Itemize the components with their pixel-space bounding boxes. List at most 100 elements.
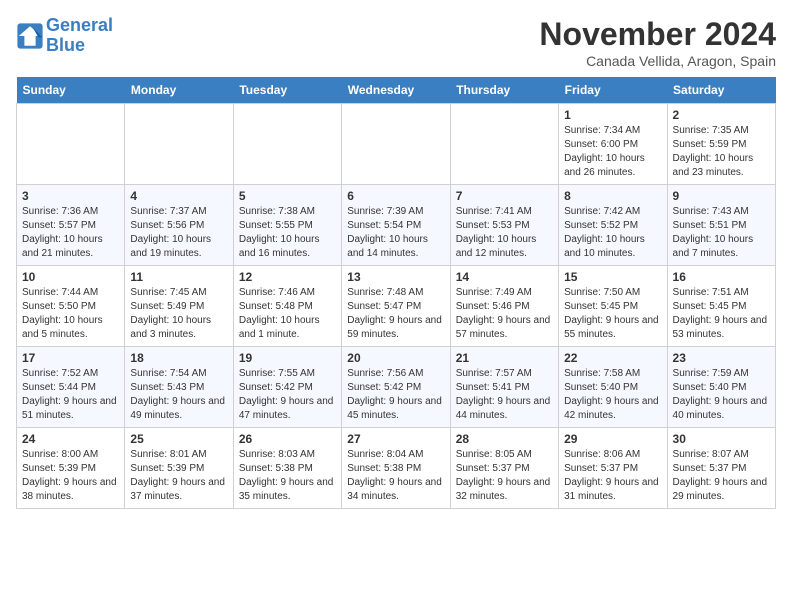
day-detail: Sunrise: 7:56 AM Sunset: 5:42 PM Dayligh… [347,367,444,423]
day-detail: Sunrise: 7:55 AM Sunset: 5:42 PM Dayligh… [239,367,336,423]
day-number: 26 [239,432,336,446]
weekday-header: Sunday [17,77,125,104]
day-detail: Sunrise: 7:54 AM Sunset: 5:43 PM Dayligh… [130,367,227,423]
day-number: 18 [130,351,227,365]
day-number: 16 [673,270,770,284]
day-detail: Sunrise: 7:59 AM Sunset: 5:40 PM Dayligh… [673,367,770,423]
logo: General Blue [16,16,113,56]
calendar-week-row: 24 Sunrise: 8:00 AM Sunset: 5:39 PM Dayli… [17,428,776,509]
weekday-header-row: SundayMondayTuesdayWednesdayThursdayFrid… [17,77,776,104]
day-number: 5 [239,189,336,203]
weekday-header: Thursday [450,77,558,104]
day-detail: Sunrise: 7:42 AM Sunset: 5:52 PM Dayligh… [564,205,661,261]
weekday-header: Friday [559,77,667,104]
day-number: 27 [347,432,444,446]
calendar-cell: 15 Sunrise: 7:50 AM Sunset: 5:45 PM Dayli… [559,266,667,347]
calendar-cell [233,104,341,185]
day-number: 6 [347,189,444,203]
calendar-cell: 3 Sunrise: 7:36 AM Sunset: 5:57 PM Daylig… [17,185,125,266]
day-detail: Sunrise: 8:04 AM Sunset: 5:38 PM Dayligh… [347,448,444,504]
day-number: 24 [22,432,119,446]
day-number: 23 [673,351,770,365]
day-number: 25 [130,432,227,446]
calendar-week-row: 3 Sunrise: 7:36 AM Sunset: 5:57 PM Daylig… [17,185,776,266]
calendar-cell: 10 Sunrise: 7:44 AM Sunset: 5:50 PM Dayli… [17,266,125,347]
page-header: General Blue November 2024 Canada Vellid… [16,16,776,69]
day-detail: Sunrise: 7:39 AM Sunset: 5:54 PM Dayligh… [347,205,444,261]
calendar-cell: 1 Sunrise: 7:34 AM Sunset: 6:00 PM Daylig… [559,104,667,185]
day-number: 28 [456,432,553,446]
calendar-cell: 25Sunrise: 8:01 AM Sunset: 5:39 PM Dayli… [125,428,233,509]
location: Canada Vellida, Aragon, Spain [539,53,776,69]
day-number: 12 [239,270,336,284]
logo-icon [16,22,44,50]
calendar-cell: 13 Sunrise: 7:48 AM Sunset: 5:47 PM Dayli… [342,266,450,347]
day-detail: Sunrise: 7:45 AM Sunset: 5:49 PM Dayligh… [130,286,227,342]
logo-line2: Blue [46,35,85,55]
calendar-cell: 7Sunrise: 7:41 AM Sunset: 5:53 PM Daylig… [450,185,558,266]
day-number: 13 [347,270,444,284]
day-number: 17 [22,351,119,365]
weekday-header: Wednesday [342,77,450,104]
day-number: 4 [130,189,227,203]
calendar-cell: 21 Sunrise: 7:57 AM Sunset: 5:41 PM Dayli… [450,347,558,428]
day-detail: Sunrise: 7:50 AM Sunset: 5:45 PM Dayligh… [564,286,661,342]
day-detail: Sunrise: 7:52 AM Sunset: 5:44 PM Dayligh… [22,367,119,423]
calendar-cell: 6 Sunrise: 7:39 AM Sunset: 5:54 PM Daylig… [342,185,450,266]
title-block: November 2024 Canada Vellida, Aragon, Sp… [539,16,776,69]
day-detail: Sunrise: 8:00 AM Sunset: 5:39 PM Dayligh… [22,448,119,504]
day-number: 10 [22,270,119,284]
day-detail: Sunrise: 7:37 AM Sunset: 5:56 PM Dayligh… [130,205,227,261]
day-number: 20 [347,351,444,365]
day-detail: Sunrise: 7:48 AM Sunset: 5:47 PM Dayligh… [347,286,444,342]
weekday-header: Saturday [667,77,775,104]
calendar-cell: 14 Sunrise: 7:49 AM Sunset: 5:46 PM Dayli… [450,266,558,347]
day-detail: Sunrise: 7:34 AM Sunset: 6:00 PM Dayligh… [564,124,661,180]
calendar-cell [450,104,558,185]
calendar-cell: 4 Sunrise: 7:37 AM Sunset: 5:56 PM Daylig… [125,185,233,266]
calendar-cell: 8 Sunrise: 7:42 AM Sunset: 5:52 PM Daylig… [559,185,667,266]
calendar-cell: 28Sunrise: 8:05 AM Sunset: 5:37 PM Dayli… [450,428,558,509]
calendar-cell: 24 Sunrise: 8:00 AM Sunset: 5:39 PM Dayli… [17,428,125,509]
calendar-cell: 19 Sunrise: 7:55 AM Sunset: 5:42 PM Dayli… [233,347,341,428]
calendar-cell: 9 Sunrise: 7:43 AM Sunset: 5:51 PM Daylig… [667,185,775,266]
calendar-cell: 2Sunrise: 7:35 AM Sunset: 5:59 PM Daylig… [667,104,775,185]
calendar-cell: 17 Sunrise: 7:52 AM Sunset: 5:44 PM Dayli… [17,347,125,428]
weekday-header: Monday [125,77,233,104]
calendar-cell: 29Sunrise: 8:06 AM Sunset: 5:37 PM Dayli… [559,428,667,509]
day-number: 14 [456,270,553,284]
day-detail: Sunrise: 7:36 AM Sunset: 5:57 PM Dayligh… [22,205,119,261]
calendar-cell: 20 Sunrise: 7:56 AM Sunset: 5:42 PM Dayli… [342,347,450,428]
day-detail: Sunrise: 7:57 AM Sunset: 5:41 PM Dayligh… [456,367,553,423]
day-number: 1 [564,108,661,122]
month-title: November 2024 [539,16,776,53]
day-number: 29 [564,432,661,446]
calendar-cell [125,104,233,185]
day-detail: Sunrise: 7:44 AM Sunset: 5:50 PM Dayligh… [22,286,119,342]
calendar-week-row: 1 Sunrise: 7:34 AM Sunset: 6:00 PM Daylig… [17,104,776,185]
day-detail: Sunrise: 7:46 AM Sunset: 5:48 PM Dayligh… [239,286,336,342]
day-detail: Sunrise: 7:43 AM Sunset: 5:51 PM Dayligh… [673,205,770,261]
day-number: 3 [22,189,119,203]
calendar-cell: 23 Sunrise: 7:59 AM Sunset: 5:40 PM Dayli… [667,347,775,428]
calendar-cell: 27 Sunrise: 8:04 AM Sunset: 5:38 PM Dayli… [342,428,450,509]
day-number: 21 [456,351,553,365]
calendar-cell: 11 Sunrise: 7:45 AM Sunset: 5:49 PM Dayli… [125,266,233,347]
logo-line1: General [46,15,113,35]
calendar-cell: 26Sunrise: 8:03 AM Sunset: 5:38 PM Dayli… [233,428,341,509]
calendar-week-row: 17 Sunrise: 7:52 AM Sunset: 5:44 PM Dayli… [17,347,776,428]
day-number: 8 [564,189,661,203]
calendar-cell: 22Sunrise: 7:58 AM Sunset: 5:40 PM Dayli… [559,347,667,428]
day-detail: Sunrise: 7:49 AM Sunset: 5:46 PM Dayligh… [456,286,553,342]
day-number: 15 [564,270,661,284]
day-number: 11 [130,270,227,284]
calendar-cell: 30Sunrise: 8:07 AM Sunset: 5:37 PM Dayli… [667,428,775,509]
day-detail: Sunrise: 8:07 AM Sunset: 5:37 PM Dayligh… [673,448,770,504]
calendar-cell: 18 Sunrise: 7:54 AM Sunset: 5:43 PM Dayli… [125,347,233,428]
day-number: 9 [673,189,770,203]
calendar-cell: 5Sunrise: 7:38 AM Sunset: 5:55 PM Daylig… [233,185,341,266]
calendar-cell: 16Sunrise: 7:51 AM Sunset: 5:45 PM Dayli… [667,266,775,347]
day-detail: Sunrise: 7:35 AM Sunset: 5:59 PM Dayligh… [673,124,770,180]
calendar-cell [342,104,450,185]
day-number: 19 [239,351,336,365]
